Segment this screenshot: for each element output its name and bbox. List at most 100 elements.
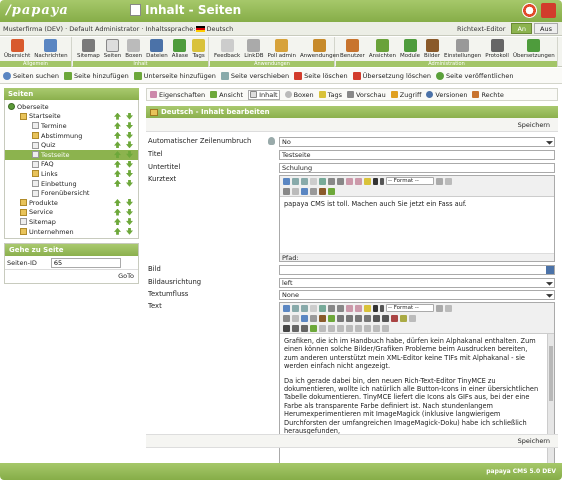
subscript-icon[interactable] [373,314,380,322]
plugin-icon[interactable] [328,314,335,322]
undo-icon[interactable] [292,304,299,312]
move-up-icon[interactable] [114,208,121,216]
paste-text-icon[interactable] [355,177,362,185]
column-icon[interactable] [355,324,362,332]
tree-item[interactable]: Einbettung [5,179,138,189]
tab-access[interactable]: Zugriff [390,91,421,99]
numbered-list-icon[interactable] [301,324,308,332]
language-label[interactable]: Deutsch [206,25,233,33]
tree-item[interactable]: Produkte [5,198,138,208]
page-id-input[interactable] [50,257,121,268]
move-up-icon[interactable] [114,227,121,235]
italic-icon[interactable] [380,177,384,185]
file-icon[interactable] [310,314,317,322]
tree-item[interactable]: Unternehmen [5,227,138,237]
merge-icon[interactable] [364,324,371,332]
move-down-icon[interactable] [126,141,133,149]
format-select[interactable]: -- Format -- [386,177,434,185]
table-props-icon[interactable] [337,324,344,332]
move-up-icon[interactable] [114,112,121,120]
brush-icon[interactable] [319,314,326,322]
tab-boxes[interactable]: Boxen [284,91,314,99]
indent-icon[interactable] [328,324,335,332]
search-pages-button[interactable]: Seiten suchen [3,71,59,80]
align-right-icon[interactable] [355,314,362,322]
move-up-icon[interactable] [114,122,121,130]
move-down-icon[interactable] [126,198,133,206]
font-color-icon[interactable] [391,314,398,322]
tab-tags[interactable]: Tags [318,91,342,99]
move-up-icon[interactable] [114,170,121,178]
tree-item[interactable]: Forenübersicht [5,188,138,198]
add-page-button[interactable]: Seite hinzufügen [63,71,129,80]
move-up-icon[interactable] [114,131,121,139]
undo-small-icon[interactable] [445,177,452,185]
bold-icon[interactable] [373,177,378,185]
move-up-icon[interactable] [114,141,121,149]
tree-item[interactable]: Termine [5,121,138,131]
align-left-icon[interactable] [337,314,344,322]
bg-color-icon[interactable] [400,314,407,322]
image-icon[interactable] [301,314,308,322]
justify-icon[interactable] [364,314,371,322]
paste-icon[interactable] [346,304,353,312]
shorttext-editor[interactable]: -- Format -- papaya CMS ist toll. Machen… [279,175,555,262]
move-down-icon[interactable] [126,227,133,235]
text-editor[interactable]: -- Format -- Grafiken, die ich im Handbu… [279,302,555,478]
move-down-icon[interactable] [126,218,133,226]
scrollbar-thumb[interactable] [549,346,553,401]
rte-off-button[interactable]: Aus [534,23,558,34]
move-up-icon[interactable] [114,160,121,168]
table-icon[interactable] [319,177,326,185]
tree-item[interactable]: Testseite [5,149,138,160]
tree-item[interactable]: Sitemap [5,217,138,227]
cleanup-icon[interactable] [364,304,371,312]
tab-versions[interactable]: Versionen [426,91,467,99]
replace-icon[interactable] [337,304,344,312]
cleanup-icon[interactable] [364,177,371,185]
align-center-icon[interactable] [346,314,353,322]
image-picker-icon[interactable] [546,266,554,274]
paste-icon[interactable] [346,177,353,185]
superscript-icon[interactable] [382,314,389,322]
replace-icon[interactable] [337,177,344,185]
blockquote-icon[interactable] [310,324,317,332]
special-char-icon[interactable] [283,324,290,332]
image-align-select[interactable]: left [279,278,555,288]
logout-icon[interactable] [541,3,556,18]
delete-page-button[interactable]: Seite löschen [294,71,348,80]
plugin-icon[interactable] [328,187,335,195]
tab-properties[interactable]: Eigenschaften [150,91,205,99]
move-down-icon[interactable] [126,208,133,216]
outdent-icon[interactable] [319,324,326,332]
html-icon[interactable] [310,304,317,312]
bold-icon[interactable] [373,304,378,312]
delete-translation-button[interactable]: Übersetzung löschen [352,71,431,80]
tree-item[interactable]: Quiz [5,140,138,150]
undo-small-icon[interactable] [445,304,452,312]
link-icon[interactable] [283,187,290,195]
tab-rights[interactable]: Rechte [472,91,504,99]
move-page-button[interactable]: Seite verschieben [220,71,289,80]
format-select[interactable]: -- Format -- [386,304,434,312]
image-icon[interactable] [301,187,308,195]
move-down-icon[interactable] [126,179,133,187]
tree-item[interactable]: FAQ [5,160,138,170]
subtitle-input[interactable]: Schulung [279,163,555,173]
tab-content[interactable]: Inhalt [248,89,280,100]
publish-page-button[interactable]: Seite veröffentlichen [435,71,513,80]
rte-on-button[interactable]: An [511,23,533,34]
tree-item[interactable]: Service [5,208,138,218]
italic-icon[interactable] [380,304,384,312]
table-icon[interactable] [319,304,326,312]
tree-item[interactable]: Abstimmung [5,131,138,141]
auto-linebreak-select[interactable]: No [279,137,555,147]
goto-button[interactable]: GoTo [118,272,134,281]
move-down-icon[interactable] [126,131,133,139]
save-icon[interactable] [283,304,290,312]
image-input[interactable] [279,265,555,275]
unlink-icon[interactable] [292,187,299,195]
link-icon[interactable] [283,314,290,322]
strike-icon[interactable] [409,314,416,322]
tab-view[interactable]: Ansicht [210,91,243,99]
